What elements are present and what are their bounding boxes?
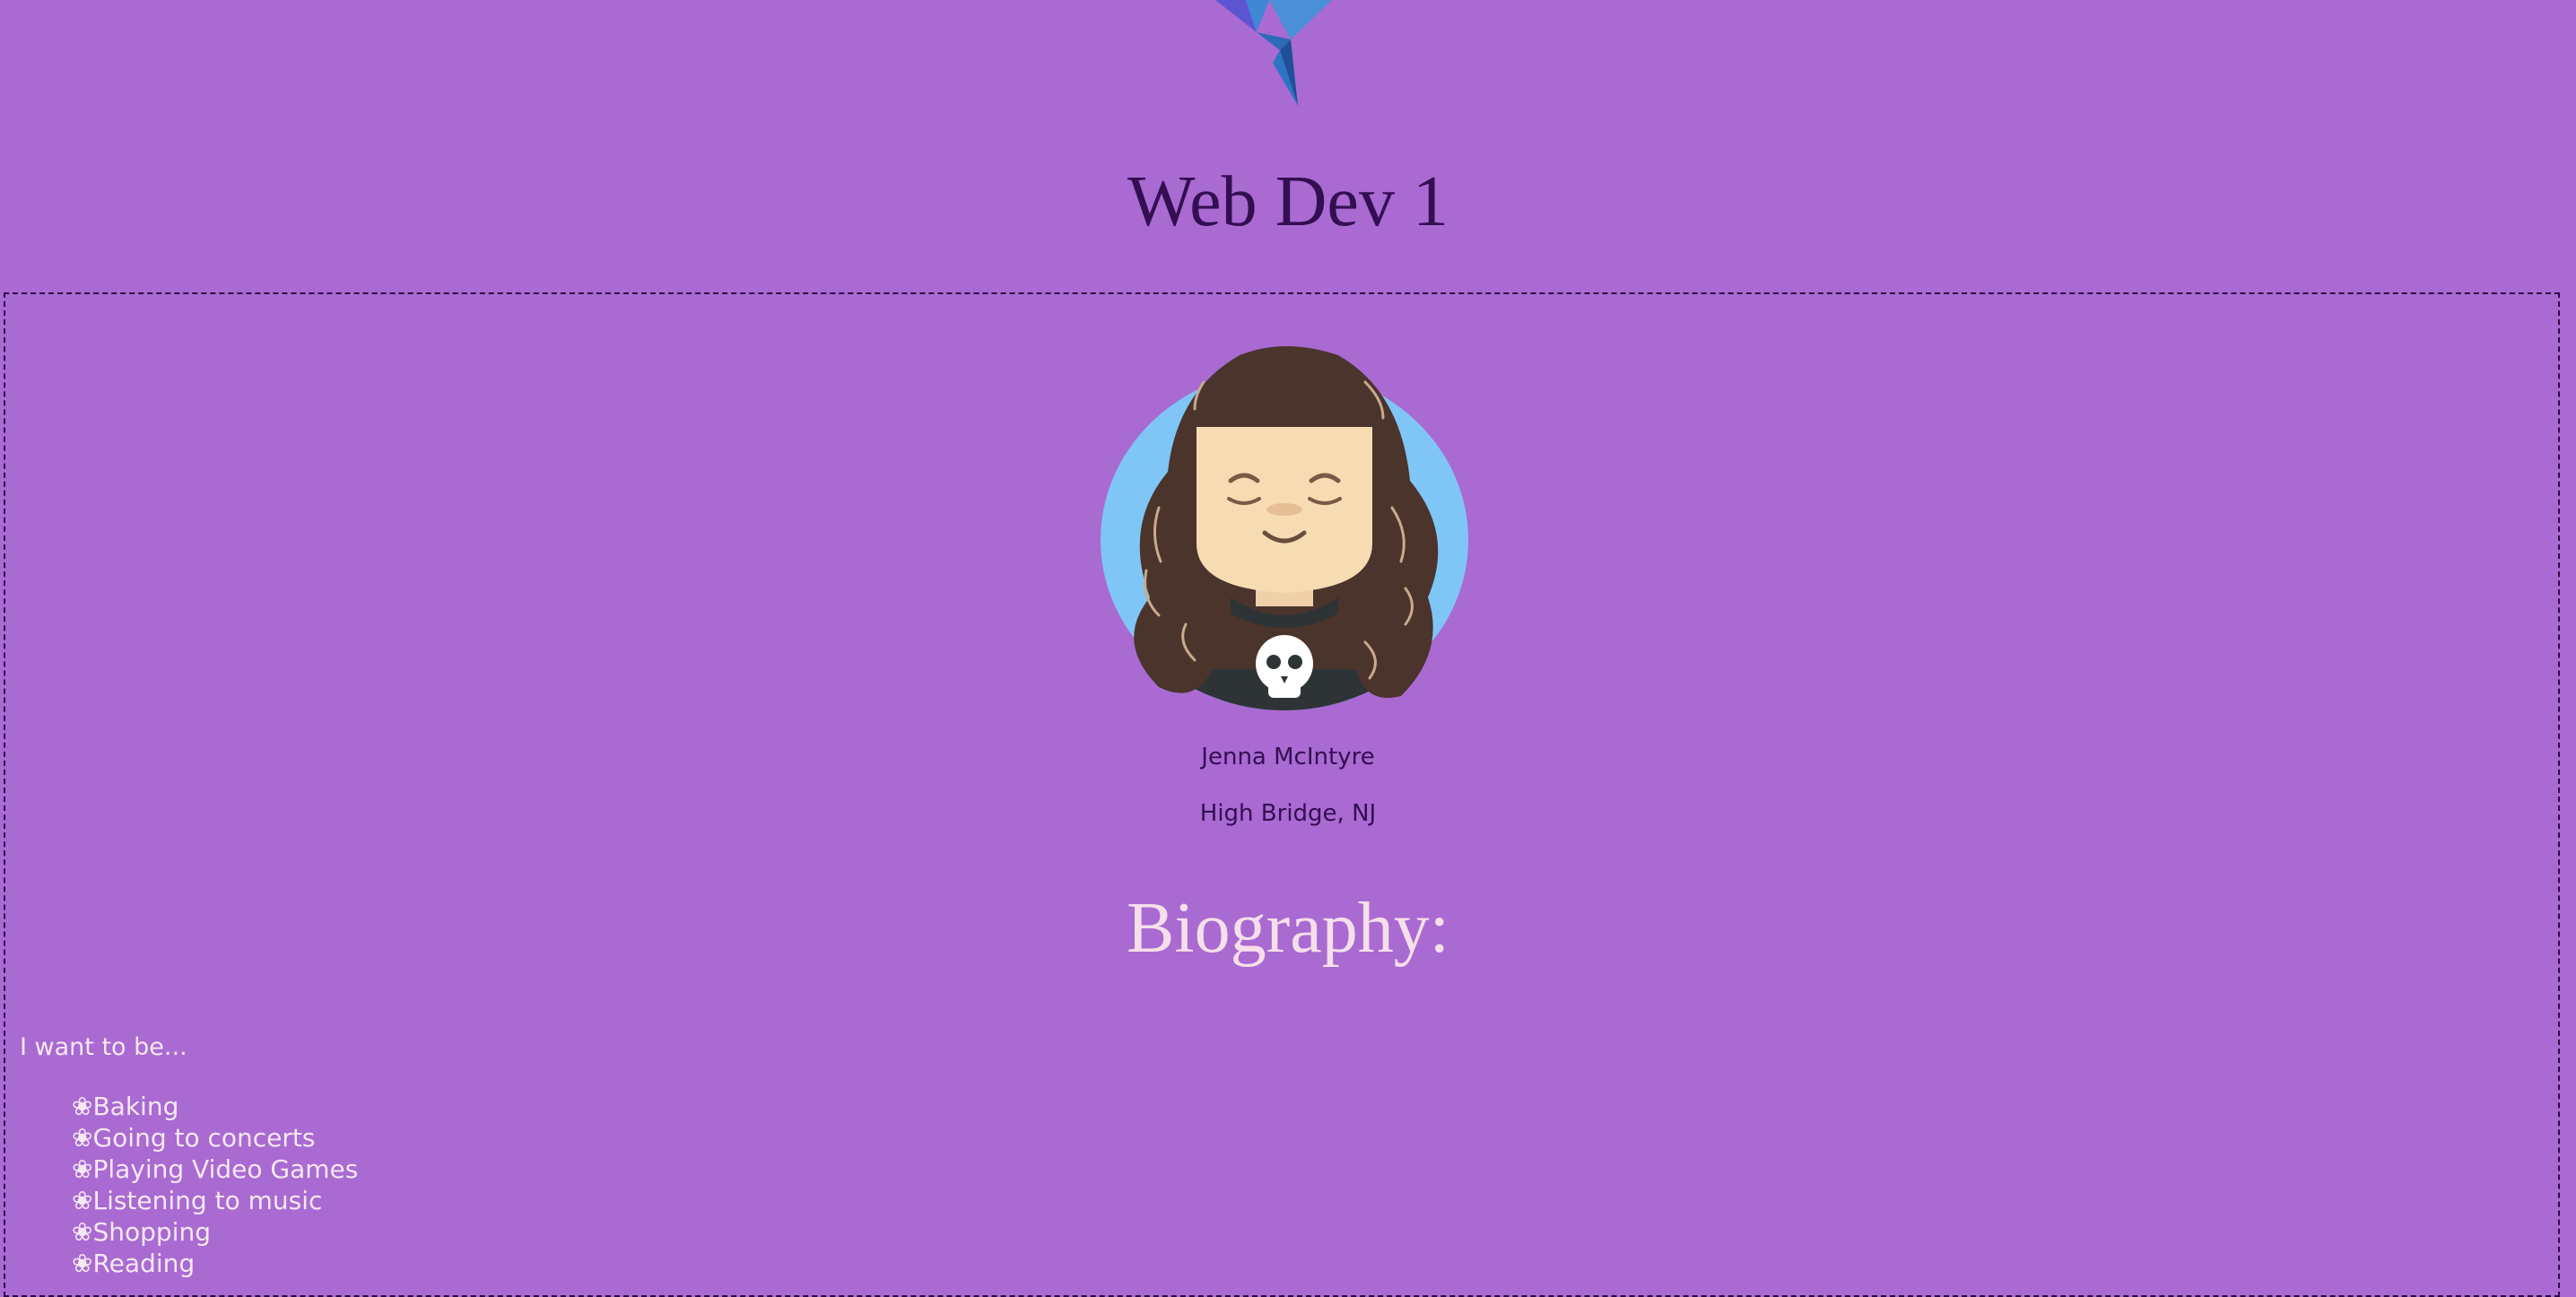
biography-heading: Biography: xyxy=(1127,889,1449,968)
hobby-label: Baking xyxy=(92,1092,179,1121)
flower-bullet-icon: ❀ xyxy=(72,1249,93,1278)
list-item: ❀Baking xyxy=(72,1091,358,1122)
hobby-label: Listening to music xyxy=(92,1186,323,1215)
profile-location: High Bridge, NJ xyxy=(1199,800,1377,827)
flower-bullet-icon: ❀ xyxy=(72,1154,93,1184)
list-item: ❀Listening to music xyxy=(72,1185,358,1216)
biography-intro: I want to be... xyxy=(20,1033,187,1061)
list-item: ❀Going to concerts xyxy=(72,1122,358,1153)
flower-bullet-icon: ❀ xyxy=(72,1092,93,1121)
avatar-illustration xyxy=(1101,346,1468,710)
hobby-list: ❀Baking ❀Going to concerts ❀Playing Vide… xyxy=(72,1091,358,1279)
profile-name: Jenna McIntyre xyxy=(1201,744,1375,770)
flower-bullet-icon: ❀ xyxy=(72,1123,93,1153)
hobby-label: Going to concerts xyxy=(92,1123,316,1153)
site-title: Web Dev 1 xyxy=(1127,162,1449,241)
list-item: ❀Shopping xyxy=(72,1216,358,1248)
hobby-label: Shopping xyxy=(92,1217,211,1247)
flower-bullet-icon: ❀ xyxy=(72,1186,93,1215)
hobby-label: Reading xyxy=(92,1249,196,1278)
origami-bird-icon xyxy=(1215,0,1332,106)
list-item: ❀Reading xyxy=(72,1248,358,1279)
list-item: ❀Playing Video Games xyxy=(72,1153,358,1185)
hobby-label: Playing Video Games xyxy=(92,1154,359,1184)
flower-bullet-icon: ❀ xyxy=(72,1217,93,1247)
